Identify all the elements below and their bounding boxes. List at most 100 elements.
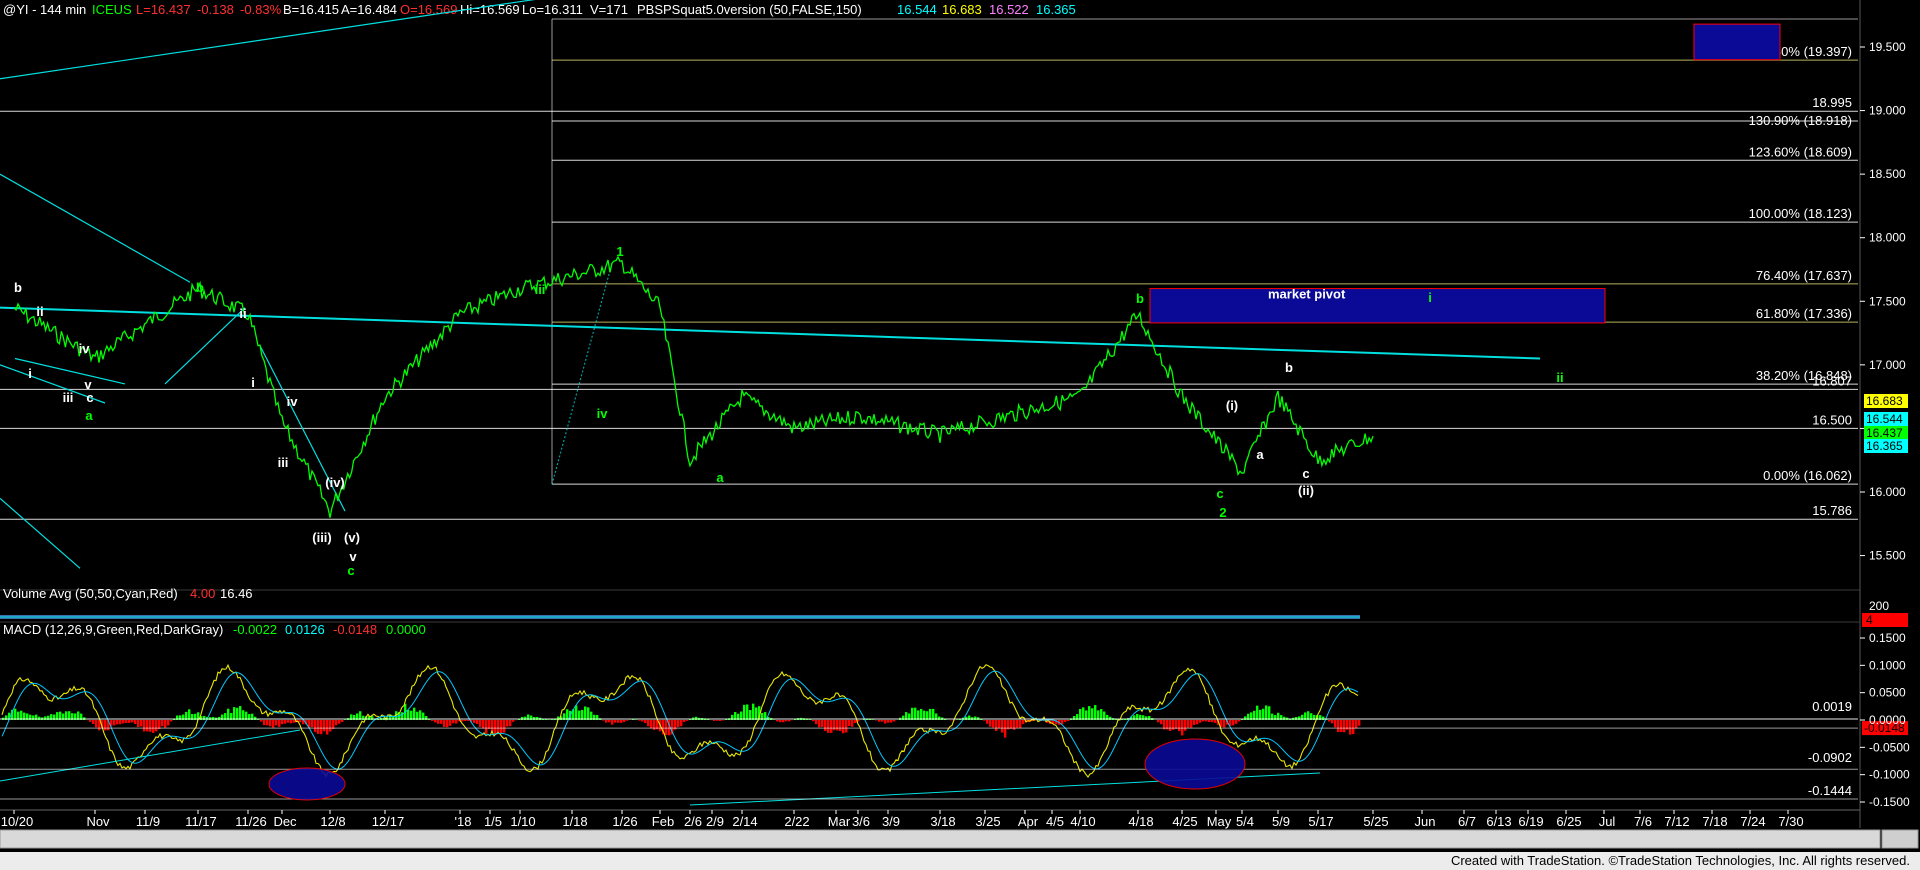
macd-histogram-bar [1175, 720, 1178, 729]
level-label: 16.500 [1812, 412, 1852, 427]
macd-histogram-bar [440, 720, 443, 724]
wave-label: v [84, 377, 92, 392]
x-tick-label: 3/9 [882, 814, 900, 829]
macd-histogram-bar [1088, 706, 1091, 720]
level-label: 130.90% (18.918) [1749, 113, 1852, 128]
macd-value-1: -0.0022 [233, 622, 277, 637]
wave-label: (iv) [325, 475, 345, 490]
x-tick-label: Apr [1018, 814, 1039, 829]
wave-label: (iii) [312, 530, 332, 545]
macd-histogram-bar [317, 720, 320, 734]
macd-histogram-bar [824, 720, 827, 731]
macd-histogram-bar [620, 720, 623, 723]
macd-histogram-bar [1331, 720, 1334, 724]
macd-histogram-bar [995, 720, 998, 731]
macd-histogram-bar [293, 720, 296, 723]
macd-histogram-bar [119, 720, 122, 725]
x-tick-label: Jun [1415, 814, 1436, 829]
macd-histogram-bar [338, 720, 341, 724]
level-label: 0.00% (16.062) [1763, 468, 1852, 483]
macd-histogram-bar [884, 720, 887, 724]
macd-histogram-bar [1232, 720, 1235, 726]
macd-histogram-bar [989, 720, 992, 727]
x-tick-label: 3/18 [930, 814, 955, 829]
volume-study-name: Volume Avg (50,50,Cyan,Red) [3, 586, 178, 601]
macd-histogram-bar [788, 720, 791, 722]
wave-label: c [1302, 466, 1309, 481]
macd-y-tick-label: 0.1000 [1869, 658, 1906, 672]
x-tick-label: 1/10 [510, 814, 535, 829]
macd-histogram-bar [647, 720, 650, 727]
macd-histogram-bar [113, 720, 116, 726]
macd-histogram-bar [269, 720, 272, 727]
macd-histogram-bar [278, 720, 281, 727]
macd-histogram-bar [683, 720, 686, 723]
x-tick-label: Dec [273, 814, 297, 829]
macd-histogram-bar [134, 720, 137, 725]
macd-histogram-bar [1082, 707, 1085, 720]
macd-value-4: 0.0000 [386, 622, 426, 637]
macd-histogram-bar [143, 720, 146, 732]
level-label: 15.786 [1812, 503, 1852, 518]
macd-histogram-bar [464, 720, 467, 722]
wave-label: iii [535, 282, 546, 297]
macd-value-3: -0.0148 [333, 622, 377, 637]
macd-histogram-bar [476, 720, 479, 725]
level-label: 100.00% (18.123) [1749, 206, 1852, 221]
macd-histogram-bar [893, 720, 896, 722]
macd-histogram-bar [1283, 716, 1286, 720]
macd-histogram-bar [587, 707, 590, 720]
volume-value-2: 16.46 [220, 586, 253, 601]
macd-histogram-bar [311, 720, 314, 728]
x-tick-label: 2/9 [706, 814, 724, 829]
x-tick-label: 12/17 [372, 814, 405, 829]
macd-top-tag-label: 4 [1866, 613, 1873, 627]
macd-histogram-bar [602, 720, 605, 721]
macd-histogram-bar [1322, 716, 1325, 720]
macd-histogram-bar [509, 720, 512, 727]
macd-histogram-bar [494, 720, 497, 736]
macd-level-label: -0.0902 [1808, 750, 1852, 765]
macd-histogram-bar [1190, 720, 1193, 728]
macd-histogram-bar [500, 720, 503, 734]
macd-histogram-bar [1091, 708, 1094, 720]
macd-study-name: MACD (12,26,9,Green,Red,DarkGray) [3, 622, 223, 637]
wave-label: b [1136, 291, 1144, 306]
x-tick-label: 2/14 [732, 814, 757, 829]
macd-histogram-bar [461, 720, 464, 722]
wave-label: c [347, 563, 354, 578]
x-tick-label: 7/6 [1634, 814, 1652, 829]
wave-label: a [1256, 447, 1264, 462]
study-name: PBSPSquat5.0version (50,FALSE,150) [637, 2, 862, 17]
macd-histogram-bar [260, 720, 263, 722]
macd-histogram-bar [146, 720, 149, 732]
x-tick-label: 2/6 [684, 814, 702, 829]
macd-histogram-bar [1196, 720, 1199, 725]
macd-histogram-bar [782, 720, 785, 723]
wave-label: i [1428, 290, 1432, 305]
macd-histogram-bar [125, 720, 128, 723]
macd-histogram-bar [605, 720, 608, 723]
price-chart[interactable]: @YI - 144 min ICEUS L=16.437 -0.138 -0.8… [0, 0, 1920, 852]
macd-histogram-bar [830, 720, 833, 733]
macd-histogram-bar [665, 720, 668, 736]
macd-histogram-bar [617, 720, 620, 723]
wave-label: (i) [1226, 398, 1238, 413]
x-tick-label: 5/25 [1363, 814, 1388, 829]
price-change: -0.138 [197, 2, 234, 17]
chart-window: @YI - 144 min ICEUS L=16.437 -0.138 -0.8… [0, 0, 1920, 870]
wave-label: ii [36, 304, 43, 319]
macd-histogram-bar [512, 720, 515, 722]
macd-histogram-bar [152, 720, 155, 733]
macd-histogram-bar [1004, 720, 1007, 738]
macd-histogram-bar [38, 716, 41, 720]
macd-histogram-bar [1355, 720, 1358, 729]
x-tick-label: 6/25 [1556, 814, 1581, 829]
macd-histogram-bar [1199, 720, 1202, 723]
x-tick-label: 7/12 [1664, 814, 1689, 829]
macd-level-label: -0.1444 [1808, 783, 1852, 798]
macd-histogram-bar [266, 720, 269, 726]
macd-histogram-bar [1268, 706, 1271, 720]
macd-histogram-bar [608, 720, 611, 723]
macd-histogram-bar [443, 720, 446, 727]
